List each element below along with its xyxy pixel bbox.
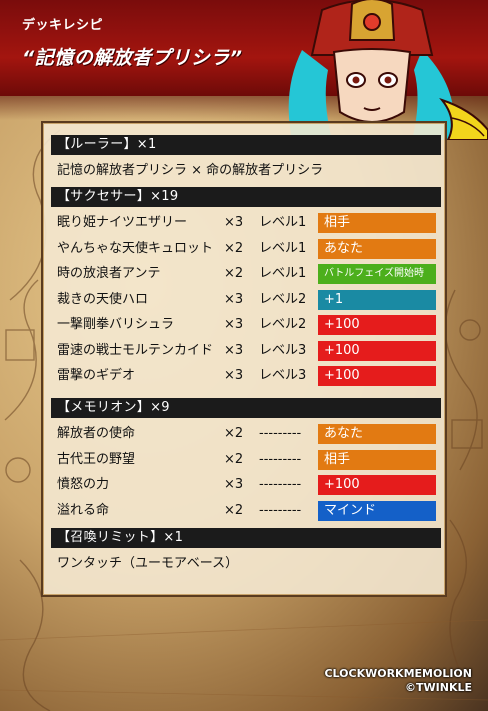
card-row: 雷撃のギデオ ×3 レベル3 +100 — [57, 365, 443, 387]
card-level: レベル1 — [259, 266, 307, 281]
card-level: レベル1 — [259, 240, 307, 256]
card-name: 古代王の野望 — [57, 451, 136, 467]
card-level: --------- — [259, 502, 302, 518]
card-level: --------- — [259, 451, 302, 467]
effect-tag: あなた — [318, 424, 436, 444]
effect-tag: マインド — [318, 500, 436, 521]
card-row: 裁きの天使ハロ ×3 レベル2 +1 — [57, 289, 443, 311]
card-name: 憤怒の力 — [57, 477, 110, 492]
summon-limit-card: ワンタッチ（ユーモアベース） — [57, 556, 239, 571]
card-quantity: ×3 — [224, 317, 244, 332]
card-quantity: ×3 — [224, 215, 244, 230]
card-level: レベル3 — [259, 368, 307, 383]
card-row: 一撃剛拳バリシュラ ×3 レベル2 +100 — [57, 314, 443, 336]
credits: CLOCKWORKMEMOLION ©TWINKLE — [324, 667, 472, 695]
deck-list-panel: 【ルーラー】×1 記憶の解放者プリシラ × 命の解放者プリシラ 【サクセサー】×… — [41, 121, 447, 597]
card-name: 解放者の使命 — [57, 426, 136, 441]
credit-copyright: ©TWINKLE — [405, 681, 472, 694]
card-quantity: ×3 — [224, 342, 244, 358]
card-quantity: ×2 — [224, 451, 244, 467]
card-level: レベル2 — [259, 317, 307, 332]
effect-tag: +100 — [318, 475, 436, 495]
effect-tag: +100 — [318, 340, 436, 361]
card-name: 裁きの天使ハロ — [57, 291, 149, 307]
deck-recipe-label: デッキレシピ — [22, 18, 104, 33]
card-name: 雷速の戦士モルテンカイド — [57, 342, 214, 358]
summon-limit-row: ワンタッチ（ユーモアベース） — [57, 553, 443, 575]
memorion-section-header: 【メモリオン】×9 — [51, 398, 441, 418]
effect-tag: あなた — [318, 238, 436, 259]
card-row: 古代王の野望 ×2 --------- 相手 — [57, 449, 443, 471]
effect-tag: 相手 — [318, 449, 436, 470]
card-row: やんちゃな天使キュロット ×2 レベル1 あなた — [57, 238, 443, 260]
card-row: 憤怒の力 ×3 --------- +100 — [57, 474, 443, 496]
card-name: 一撃剛拳バリシュラ — [57, 317, 175, 332]
card-row: 溢れる命 ×2 --------- マインド — [57, 500, 443, 522]
effect-tag: バトルフェイズ開始時 — [318, 264, 436, 284]
card-quantity: ×2 — [224, 240, 244, 256]
card-quantity: ×3 — [224, 291, 244, 307]
card-name: やんちゃな天使キュロット — [57, 240, 214, 256]
effect-tag: +100 — [318, 366, 436, 386]
card-row: 時の放浪者アンテ ×2 レベル1 バトルフェイズ開始時 — [57, 263, 443, 285]
card-quantity: ×2 — [224, 426, 244, 441]
ruler-card-line: 記憶の解放者プリシラ × 命の解放者プリシラ — [57, 163, 324, 178]
character-illustration — [288, 0, 488, 140]
summon-limit-section-header: 【召喚リミット】×1 — [51, 528, 441, 548]
successor-section-header: 【サクセサー】×19 — [51, 187, 441, 207]
card-level: --------- — [259, 477, 302, 492]
card-level: レベル1 — [259, 215, 307, 230]
card-row: 解放者の使命 ×2 --------- あなた — [57, 423, 443, 445]
ruler-section-header: 【ルーラー】×1 — [51, 135, 441, 155]
card-name: 時の放浪者アンテ — [57, 266, 161, 281]
card-quantity: ×3 — [224, 477, 244, 492]
header-text: デッキレシピ “記憶の解放者プリシラ” — [22, 14, 242, 70]
effect-tag: +100 — [318, 315, 436, 335]
card-quantity: ×3 — [224, 368, 244, 383]
card-level: レベル3 — [259, 342, 307, 358]
ruler-row: 記憶の解放者プリシラ × 命の解放者プリシラ — [57, 160, 443, 182]
card-name: 雷撃のギデオ — [57, 368, 136, 383]
card-row: 眠り姫ナイツエザリー ×3 レベル1 相手 — [57, 212, 443, 234]
card-name: 眠り姫ナイツエザリー — [57, 215, 188, 230]
card-level: レベル2 — [259, 291, 307, 307]
card-level: --------- — [259, 426, 302, 441]
credit-title: CLOCKWORKMEMOLION — [324, 667, 472, 680]
effect-tag: +1 — [318, 289, 436, 310]
card-quantity: ×2 — [224, 266, 244, 281]
card-row: 雷速の戦士モルテンカイド ×3 レベル3 +100 — [57, 340, 443, 362]
effect-tag: 相手 — [318, 213, 436, 233]
deck-title: “記憶の解放者プリシラ” — [22, 47, 243, 69]
card-name: 溢れる命 — [57, 502, 110, 518]
card-quantity: ×2 — [224, 502, 244, 518]
